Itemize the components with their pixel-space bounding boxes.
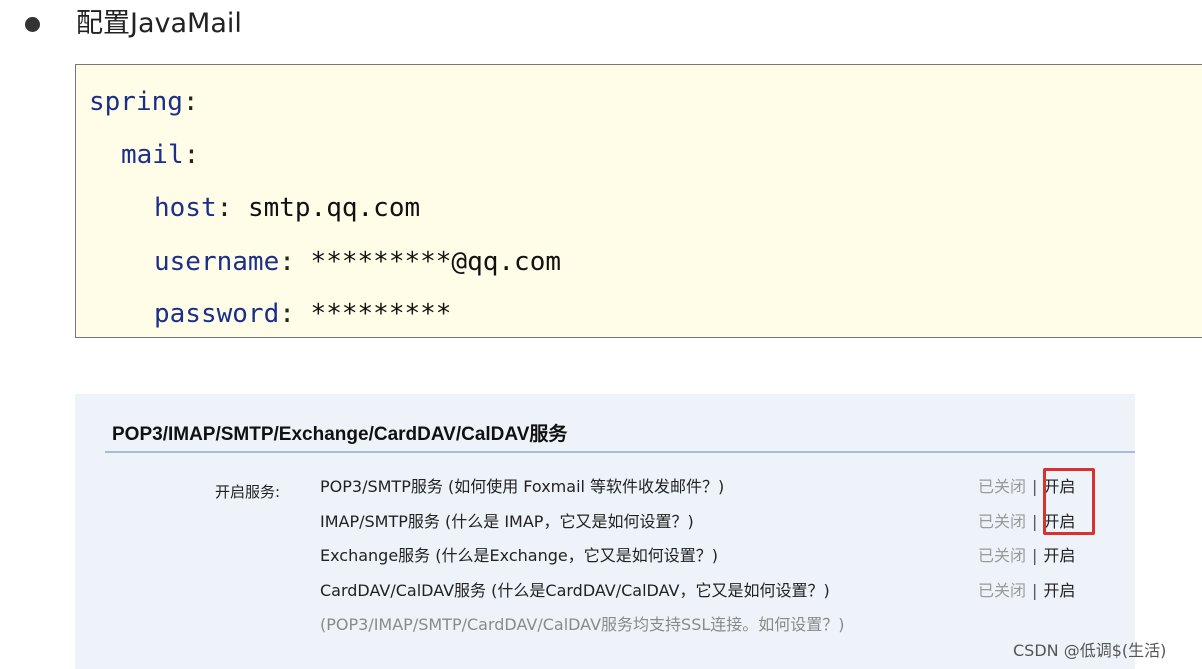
- code-colon: :: [182, 87, 199, 117]
- service-label: 开启服务:: [215, 483, 281, 501]
- service-row-pop3-smtp: POP3/SMTP服务 (如何使用 Foxmail 等软件收发邮件？): [320, 474, 724, 500]
- status-closed: 已关闭: [978, 512, 1027, 531]
- service-name: POP3/SMTP服务: [320, 477, 443, 496]
- panel-title: POP3/IMAP/SMTP/Exchange/CardDAV/CalDAV服务: [112, 424, 568, 445]
- service-status-exchange: 已关闭 | 开启: [978, 543, 1075, 569]
- code-line-password: password: *********: [154, 297, 451, 331]
- service-row-exchange: Exchange服务 (什么是Exchange，它又是如何设置？): [320, 543, 718, 569]
- service-help-link[interactable]: (如何使用 Foxmail 等软件收发邮件？): [448, 477, 724, 496]
- ssl-note-link[interactable]: (POP3/IMAP/SMTP/CardDAV/CalDAV服务均支持SSL连接…: [320, 612, 845, 638]
- yaml-code-block: spring: mail: host: smtp.qq.com username…: [75, 64, 1202, 338]
- code-value: smtp.qq.com: [247, 193, 421, 223]
- status-separator: |: [1032, 512, 1038, 531]
- status-separator: |: [1032, 546, 1038, 565]
- service-help-link[interactable]: (什么是CardDAV/CalDAV，它又是如何设置？): [491, 581, 830, 600]
- status-separator: |: [1032, 581, 1038, 600]
- page: 配置JavaMail spring: mail: host: smtp.qq.c…: [0, 0, 1202, 669]
- bullet-icon: [25, 17, 40, 32]
- status-closed: 已关闭: [978, 581, 1027, 600]
- enable-carddav-caldav-button[interactable]: 开启: [1043, 581, 1075, 600]
- mail-service-settings-panel: POP3/IMAP/SMTP/Exchange/CardDAV/CalDAV服务…: [75, 394, 1135, 669]
- code-key: password: [154, 299, 280, 329]
- status-closed: 已关闭: [978, 546, 1027, 565]
- code-colon: :: [279, 247, 295, 277]
- panel-divider: [105, 451, 1135, 453]
- service-help-link[interactable]: (什么是 IMAP，它又是如何设置？): [445, 512, 694, 531]
- enable-exchange-button[interactable]: 开启: [1043, 546, 1075, 565]
- code-line-mail: mail:: [121, 138, 199, 172]
- section-heading: 配置JavaMail: [0, 0, 1202, 50]
- service-row-imap-smtp: IMAP/SMTP服务 (什么是 IMAP，它又是如何设置？): [320, 509, 694, 535]
- code-line-spring: spring:: [89, 85, 199, 119]
- service-name: Exchange服务: [320, 546, 431, 565]
- status-closed: 已关闭: [978, 477, 1027, 496]
- highlight-annotation: [1043, 468, 1095, 535]
- code-line-username: username: *********@qq.com: [154, 245, 561, 279]
- code-value: *********@qq.com: [310, 247, 561, 277]
- code-key: host: [154, 193, 217, 223]
- service-status-carddav-caldav: 已关闭 | 开启: [978, 578, 1075, 604]
- code-key: spring: [89, 87, 183, 117]
- code-colon: :: [183, 140, 200, 170]
- service-row-carddav-caldav: CardDAV/CalDAV服务 (什么是CardDAV/CalDAV，它又是如…: [320, 578, 830, 604]
- status-separator: |: [1032, 477, 1038, 496]
- code-line-host: host: smtp.qq.com: [154, 191, 420, 225]
- service-name: CardDAV/CalDAV服务: [320, 581, 487, 600]
- code-key: mail: [121, 140, 184, 170]
- service-help-link[interactable]: (什么是Exchange，它又是如何设置？): [435, 546, 718, 565]
- heading-text: 配置JavaMail: [76, 8, 242, 39]
- code-key: username: [154, 247, 280, 277]
- code-colon: :: [216, 193, 233, 223]
- code-colon: :: [279, 299, 295, 329]
- watermark: CSDN @低调$(生活): [1013, 641, 1167, 660]
- code-value: *********: [310, 299, 452, 329]
- service-name: IMAP/SMTP服务: [320, 512, 440, 531]
